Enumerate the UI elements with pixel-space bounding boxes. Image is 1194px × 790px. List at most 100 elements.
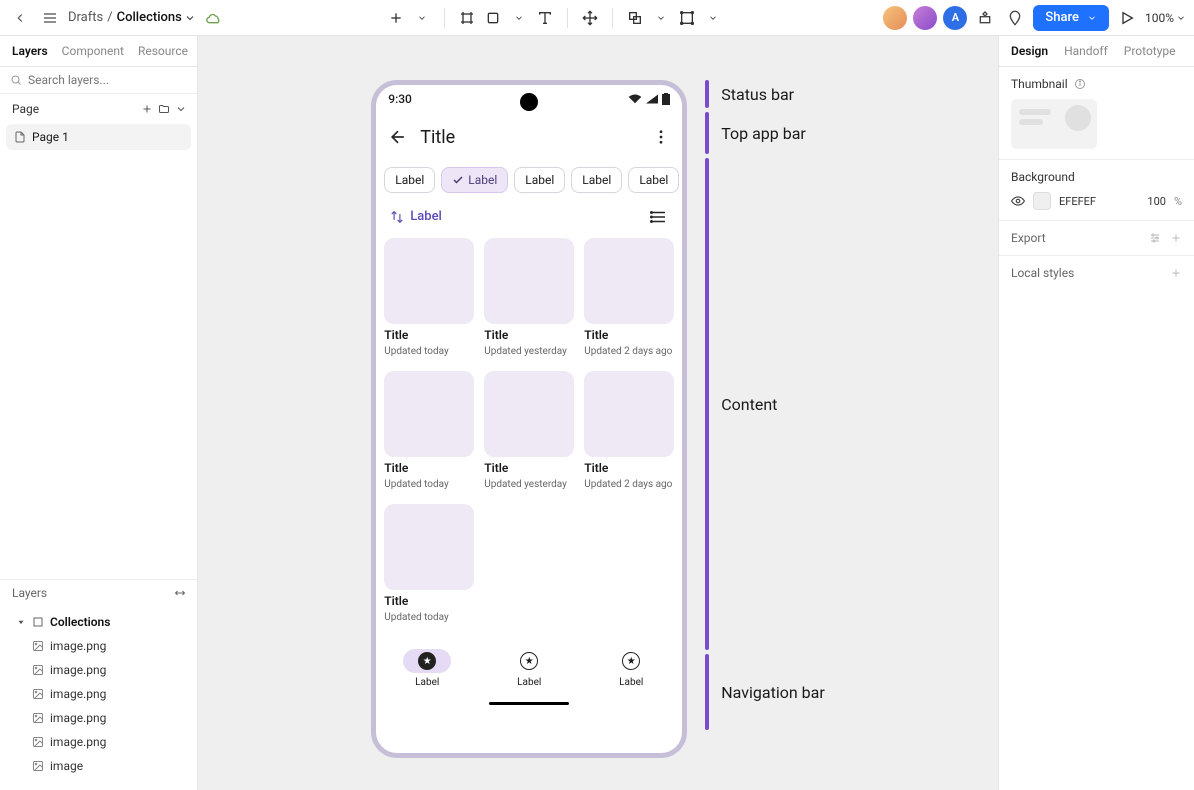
tree-item[interactable]: image — [6, 754, 191, 778]
toolbar-divider — [444, 8, 445, 28]
info-icon[interactable] — [1074, 78, 1086, 90]
bg-hex[interactable]: EFEFEF — [1059, 195, 1139, 208]
toolbar-divider — [567, 8, 568, 28]
avatar[interactable] — [883, 6, 907, 30]
caret-down-icon — [16, 617, 26, 627]
signal-icon — [646, 94, 658, 104]
chip[interactable]: Label — [384, 167, 435, 193]
tab-layers[interactable]: Layers — [12, 44, 48, 58]
more-vert-icon[interactable] — [652, 128, 670, 146]
plus-icon[interactable] — [1170, 232, 1182, 244]
visibility-icon[interactable] — [1011, 194, 1025, 208]
add-icon[interactable] — [384, 6, 408, 30]
thumbnail-label: Thumbnail — [1011, 77, 1068, 91]
chip[interactable]: Label — [628, 167, 679, 193]
card[interactable]: TitleUpdated today — [384, 238, 474, 357]
play-icon[interactable] — [1115, 6, 1139, 30]
card[interactable]: TitleUpdated today — [384, 504, 474, 623]
tab-resource[interactable]: Resource — [138, 44, 188, 58]
card[interactable]: TitleUpdated yesterday — [484, 371, 574, 490]
back-icon[interactable] — [8, 6, 32, 30]
extension-icon[interactable] — [973, 6, 997, 30]
cloud-sync-icon[interactable] — [202, 6, 226, 30]
tree-root[interactable]: Collections — [6, 610, 191, 634]
breadcrumb-root[interactable]: Drafts — [68, 10, 103, 25]
boolean-icon[interactable] — [623, 6, 647, 30]
breadcrumb-current[interactable]: Collections — [117, 10, 196, 25]
frame-icon — [32, 616, 44, 628]
device-frame: 9:30 Title Label — [371, 80, 687, 758]
share-button[interactable]: Share — [1033, 5, 1109, 31]
layer-search[interactable] — [0, 67, 197, 94]
card-thumb — [484, 371, 574, 457]
tree-item[interactable]: image.png — [6, 634, 191, 658]
app-topbar: Drafts / Collections — [0, 0, 1194, 36]
plus-icon[interactable] — [141, 103, 153, 115]
layers-label: Layers — [12, 586, 47, 600]
right-panel: Design Handoff Prototype Thumbnail Backg… — [998, 36, 1194, 790]
nav-item[interactable]: ★Label — [505, 649, 553, 688]
nav-pill: ★ — [505, 649, 553, 673]
search-input[interactable] — [28, 73, 187, 87]
color-swatch[interactable] — [1033, 192, 1051, 210]
frame-icon[interactable] — [455, 6, 479, 30]
avatar[interactable]: A — [943, 6, 967, 30]
left-panel: Layers Component Resource Page Page 1 — [0, 36, 198, 790]
shape-icon[interactable] — [481, 6, 505, 30]
chevron-down-icon[interactable] — [507, 6, 531, 30]
chip[interactable]: Label — [571, 167, 622, 193]
star-icon: ★ — [622, 652, 640, 670]
page-item[interactable]: Page 1 — [6, 124, 191, 150]
plus-icon[interactable] — [1170, 267, 1182, 279]
tab-handoff[interactable]: Handoff — [1064, 44, 1108, 58]
text-icon[interactable] — [533, 6, 557, 30]
card[interactable]: TitleUpdated yesterday — [484, 238, 574, 357]
tree-item[interactable]: image.png — [6, 658, 191, 682]
chevron-down-icon[interactable] — [649, 6, 673, 30]
tree-item[interactable]: image.png — [6, 682, 191, 706]
search-icon — [10, 74, 22, 86]
card[interactable]: TitleUpdated 2 days ago — [584, 371, 674, 490]
nav-item[interactable]: ★Label — [607, 649, 655, 688]
chip-row[interactable]: Label Label Label Label Label Label — [376, 161, 682, 199]
bg-unit: % — [1174, 195, 1182, 208]
chip[interactable]: Label — [514, 167, 565, 193]
page-section-title: Page — [12, 102, 39, 116]
card-thumb — [384, 371, 474, 457]
avatar[interactable] — [913, 6, 937, 30]
nav-item[interactable]: ★Label — [403, 649, 451, 688]
sort-button[interactable]: Label — [390, 209, 442, 224]
image-icon — [32, 760, 44, 772]
bg-opacity[interactable]: 100 — [1147, 195, 1166, 208]
image-icon — [32, 688, 44, 700]
thumbnail-preview[interactable] — [1011, 99, 1097, 149]
chevron-down-icon[interactable] — [701, 6, 725, 30]
back-arrow-icon[interactable] — [388, 127, 408, 147]
location-icon[interactable] — [1003, 6, 1027, 30]
export-label: Export — [1011, 231, 1046, 245]
sliders-icon[interactable] — [1148, 232, 1162, 244]
tab-component[interactable]: Component — [62, 44, 124, 58]
tab-design[interactable]: Design — [1011, 44, 1048, 58]
card[interactable]: TitleUpdated today — [384, 371, 474, 490]
collapse-icon[interactable] — [173, 587, 187, 599]
zoom-control[interactable]: 100% — [1145, 11, 1186, 25]
move-icon[interactable] — [578, 6, 602, 30]
tree-item[interactable]: image.png — [6, 730, 191, 754]
camera-cutout-icon — [520, 93, 538, 111]
folder-icon[interactable] — [157, 103, 171, 115]
tab-prototype[interactable]: Prototype — [1124, 44, 1176, 58]
status-time: 9:30 — [388, 92, 412, 106]
component-box-icon[interactable] — [675, 6, 699, 30]
chevron-down-icon[interactable] — [410, 6, 434, 30]
list-view-icon[interactable] — [650, 210, 668, 224]
annotations: Status bar Top app bar Content Navigatio… — [705, 80, 825, 730]
home-indicator-icon — [489, 702, 569, 705]
chevron-down-icon[interactable] — [175, 103, 187, 115]
card[interactable]: TitleUpdated 2 days ago — [584, 238, 674, 357]
menu-icon[interactable] — [38, 6, 62, 30]
canvas[interactable]: 9:30 Title Label — [198, 36, 998, 790]
toolbar-divider — [612, 8, 613, 28]
chip-selected[interactable]: Label — [441, 167, 508, 193]
tree-item[interactable]: image.png — [6, 706, 191, 730]
